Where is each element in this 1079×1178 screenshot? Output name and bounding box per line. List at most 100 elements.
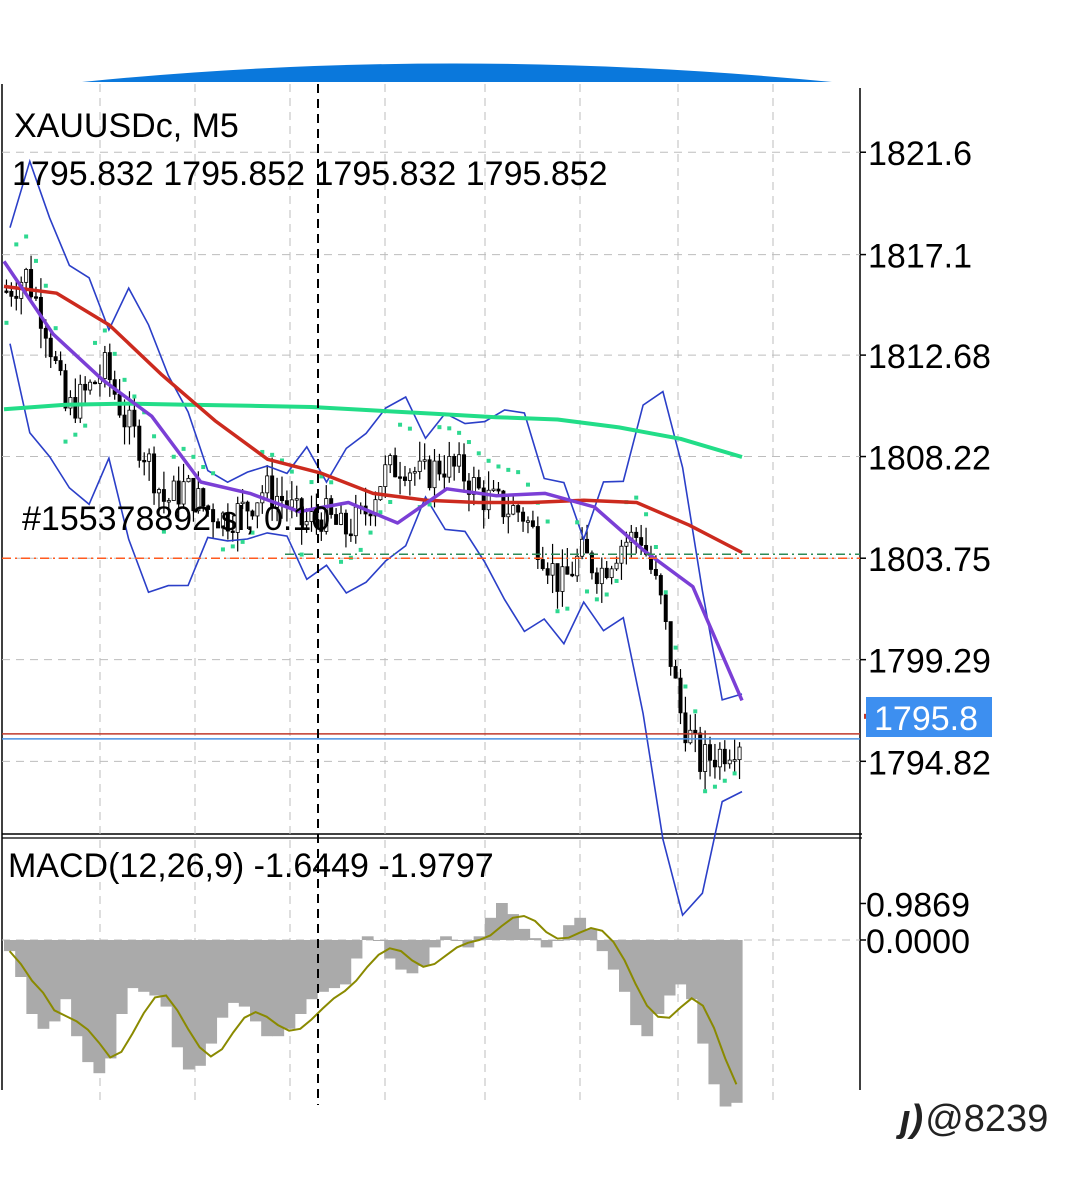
candle-body	[29, 269, 34, 298]
candle-body	[171, 480, 176, 501]
candle-body	[343, 512, 348, 535]
candle-body	[353, 506, 358, 537]
candle-body	[722, 748, 727, 765]
parabolic-dot	[565, 606, 570, 611]
parabolic-dot	[634, 495, 639, 500]
parabolic-dot	[73, 432, 78, 437]
parabolic-dot	[358, 547, 363, 552]
parabolic-dot	[270, 452, 275, 457]
macd-histogram-bar	[171, 940, 184, 1048]
parabolic-dot	[230, 544, 235, 549]
macd-histogram-bar	[697, 940, 710, 1044]
trading-chart[interactable]: 1821.6 1817.1 1812.68 1808.22 1803.75 1799.29…	[0, 0, 1079, 1178]
macd-panel	[2, 903, 860, 1107]
candle-body	[447, 456, 452, 478]
candle-body	[58, 360, 63, 372]
candle-body	[663, 594, 668, 622]
macd-histogram-bar	[719, 940, 732, 1107]
parabolic-dot	[102, 328, 107, 333]
parabolic-dot	[112, 351, 117, 356]
macd-histogram-bar	[730, 940, 743, 1103]
parabolic-dot	[466, 440, 471, 445]
macd-histogram-bar	[451, 940, 464, 941]
ohlc-label: 1795.832 1795.852 1795.832 1795.852	[12, 155, 608, 193]
parabolic-dot	[486, 458, 491, 463]
candle-body	[73, 397, 78, 419]
macd-histogram-bar	[127, 940, 139, 989]
order-label[interactable]: #155378892 sl, 0.10	[22, 500, 330, 538]
candle-body	[4, 290, 9, 293]
macd-histogram-bar	[59, 940, 72, 1000]
parabolic-dot	[201, 464, 206, 469]
parabolic-dot	[211, 471, 216, 476]
candle-body	[462, 454, 467, 482]
parabolic-dot	[220, 547, 225, 552]
parabolic-dot	[339, 559, 344, 564]
candle-body	[437, 460, 442, 475]
parabolic-dot	[33, 258, 38, 263]
candle-body	[427, 459, 432, 489]
candle-body	[693, 729, 698, 734]
current-price-tag-text: 1795.8	[874, 700, 978, 738]
parabolic-dot	[43, 283, 48, 288]
candle-body	[83, 383, 88, 391]
parabolic-dot	[683, 684, 688, 689]
parabolic-dot	[398, 422, 403, 427]
candle-body	[88, 381, 93, 391]
macd-axis-label: 0.0000	[866, 923, 970, 961]
macd-histogram-bar	[305, 940, 318, 1000]
parabolic-dot	[496, 464, 501, 469]
candle-body	[634, 531, 639, 538]
price-axis-label: 1803.75	[868, 541, 991, 579]
parabolic-dot	[712, 784, 717, 789]
macd-histogram-bar	[428, 940, 441, 948]
parabolic-dot	[4, 320, 9, 325]
candle-body	[678, 677, 683, 714]
candle-body	[452, 456, 457, 467]
parabolic-dot	[93, 340, 98, 345]
parabolic-dot	[309, 480, 314, 485]
parabolic-dot	[732, 771, 737, 776]
price-axis-label: 1821.6	[868, 135, 972, 173]
macd-histogram-bar	[4, 940, 16, 952]
macd-histogram-bar	[596, 940, 609, 952]
parabolic-dot	[83, 423, 88, 428]
candle-body	[156, 489, 161, 494]
macd-histogram-bar	[328, 940, 341, 989]
parabolic-dot	[14, 242, 19, 247]
candle-body	[53, 356, 58, 361]
watermark-logo-icon: ȷ)	[900, 1098, 924, 1140]
candle-body	[717, 748, 722, 768]
candle-body	[457, 454, 462, 467]
parabolic-dot	[132, 394, 137, 399]
macd-histogram-bar	[93, 940, 106, 1074]
candle-body	[594, 572, 599, 585]
candle-body	[407, 472, 412, 481]
watermark: ȷ)@8239	[900, 1098, 1048, 1141]
candle-body	[550, 563, 555, 576]
candle-body	[712, 759, 717, 768]
macd-histogram-bar	[294, 940, 307, 1014]
parabolic-dot	[407, 426, 412, 431]
candle-body	[265, 475, 270, 494]
candle-body	[540, 559, 545, 570]
parabolic-dot	[604, 592, 609, 597]
parabolic-dot	[122, 377, 127, 382]
candle-body	[658, 575, 663, 596]
parabolic-dot	[693, 709, 698, 714]
macd-histogram-bar	[37, 940, 50, 1029]
parabolic-dot	[152, 434, 157, 439]
parabolic-dot	[476, 451, 481, 456]
candle-body	[491, 488, 496, 491]
parabolic-dot	[722, 778, 727, 783]
candle-body	[639, 537, 644, 546]
candle-body	[688, 729, 693, 744]
macd-histogram-bar	[138, 940, 150, 992]
macd-histogram-bar	[529, 938, 542, 940]
parabolic-dot	[240, 539, 245, 544]
parabolic-dot	[506, 467, 511, 472]
parabolic-dot	[457, 430, 462, 435]
parabolic-dot	[644, 512, 649, 517]
parabolic-dot	[53, 326, 58, 331]
parabolic-dot	[545, 519, 550, 524]
